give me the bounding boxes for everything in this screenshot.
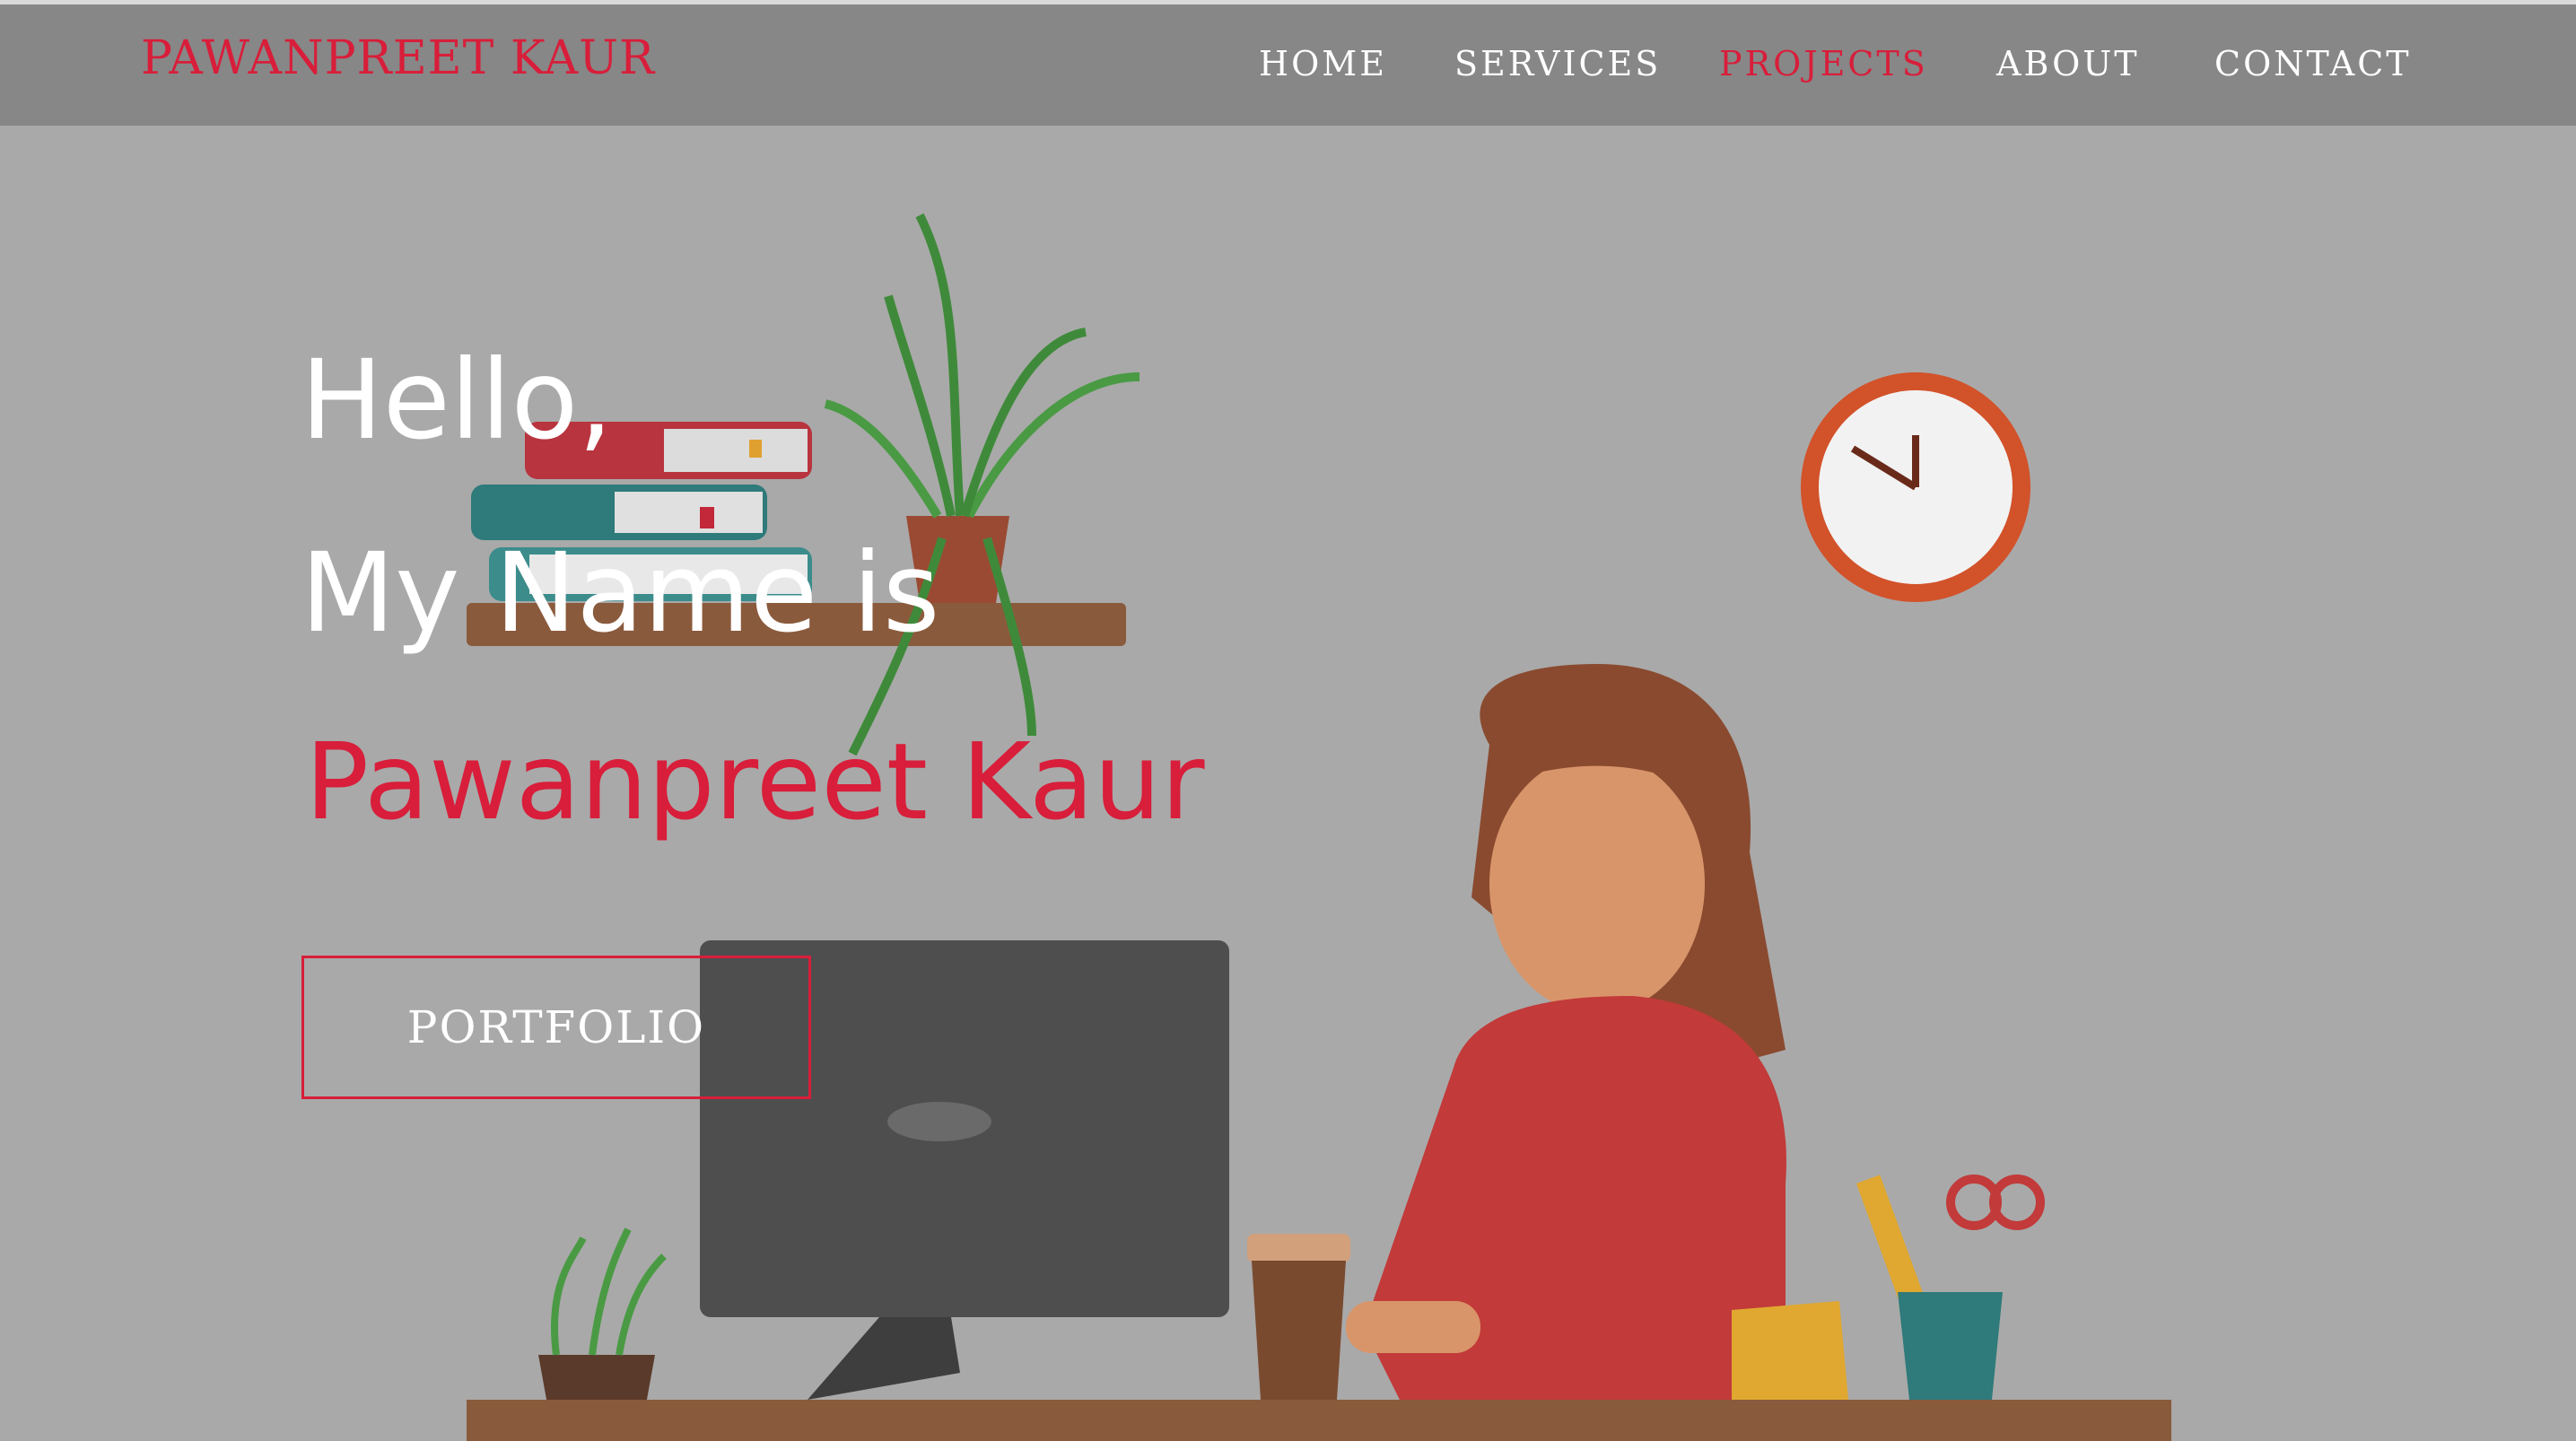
hero-name: Pawanpreet Kaur xyxy=(305,720,1205,843)
nav-home[interactable]: HOME xyxy=(1259,44,1387,83)
top-navigation-bar: PAWANPREET KAUR HOME SERVICES PROJECTS A… xyxy=(0,4,2576,126)
nav-projects[interactable]: PROJECTS xyxy=(1719,44,1928,83)
desk-plant-icon xyxy=(538,1227,667,1404)
wall-clock-icon xyxy=(1801,372,2030,602)
hero-greeting: Hello, xyxy=(301,336,614,464)
coffee-cup-icon xyxy=(1247,1234,1350,1400)
main-nav: HOME SERVICES PROJECTS ABOUT CONTACT xyxy=(0,44,2576,98)
nav-contact[interactable]: CONTACT xyxy=(2214,44,2412,83)
portfolio-button[interactable]: PORTFOLIO xyxy=(301,956,811,1099)
shelf-plant-icon xyxy=(824,213,1140,756)
nav-services[interactable]: SERVICES xyxy=(1454,44,1661,83)
nav-about[interactable]: ABOUT xyxy=(1996,44,2140,83)
hero-intro: My Name is xyxy=(301,529,940,657)
woman-figure-icon xyxy=(1346,664,1848,1400)
chair-icon xyxy=(1732,1301,1848,1400)
pencil-holder-icon xyxy=(1856,1175,2045,1400)
desk-surface xyxy=(467,1400,2171,1441)
